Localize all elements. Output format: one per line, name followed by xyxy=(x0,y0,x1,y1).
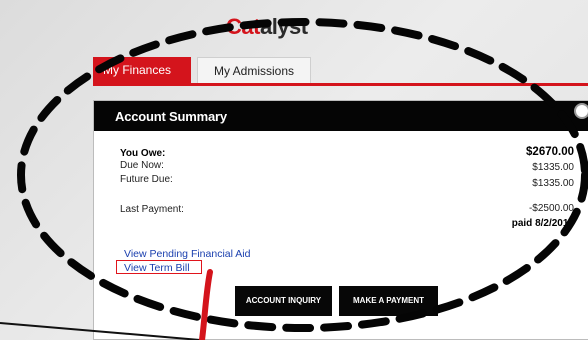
you-owe-label: You Owe: xyxy=(120,148,166,159)
account-summary-panel: Account Summary You Owe: $2670.00 Due No… xyxy=(93,100,588,340)
panel-title: Account Summary xyxy=(115,109,227,124)
logo-suffix: alyst xyxy=(259,14,308,39)
panel-corner-icon xyxy=(574,103,588,119)
future-due-value: $1335.00 xyxy=(532,178,574,189)
due-now-value: $1335.00 xyxy=(532,162,574,173)
future-due-label: Future Due: xyxy=(120,174,173,185)
top-tabs: My Finances My Admissions xyxy=(93,57,311,83)
account-inquiry-button[interactable]: ACCOUNT INQUIRY xyxy=(235,286,332,316)
view-pending-financial-aid-link[interactable]: View Pending Financial Aid xyxy=(124,248,250,260)
tab-my-finances[interactable]: My Finances xyxy=(93,57,191,83)
last-payment-date: paid 8/2/2016 xyxy=(511,218,574,229)
catalyst-logo: Catalyst xyxy=(226,14,308,40)
you-owe-value: $2670.00 xyxy=(526,146,574,158)
due-now-label: Due Now: xyxy=(120,160,164,171)
last-payment-label: Last Payment: xyxy=(120,204,184,215)
last-payment-value: -$2500.00 xyxy=(528,203,574,214)
panel-header: Account Summary xyxy=(94,101,588,131)
make-a-payment-button[interactable]: MAKE A PAYMENT xyxy=(339,286,438,316)
term-bill-highlight-box xyxy=(116,260,202,274)
tab-my-admissions[interactable]: My Admissions xyxy=(197,57,311,83)
tab-underline xyxy=(93,83,588,86)
logo-prefix: Cat xyxy=(226,14,260,39)
